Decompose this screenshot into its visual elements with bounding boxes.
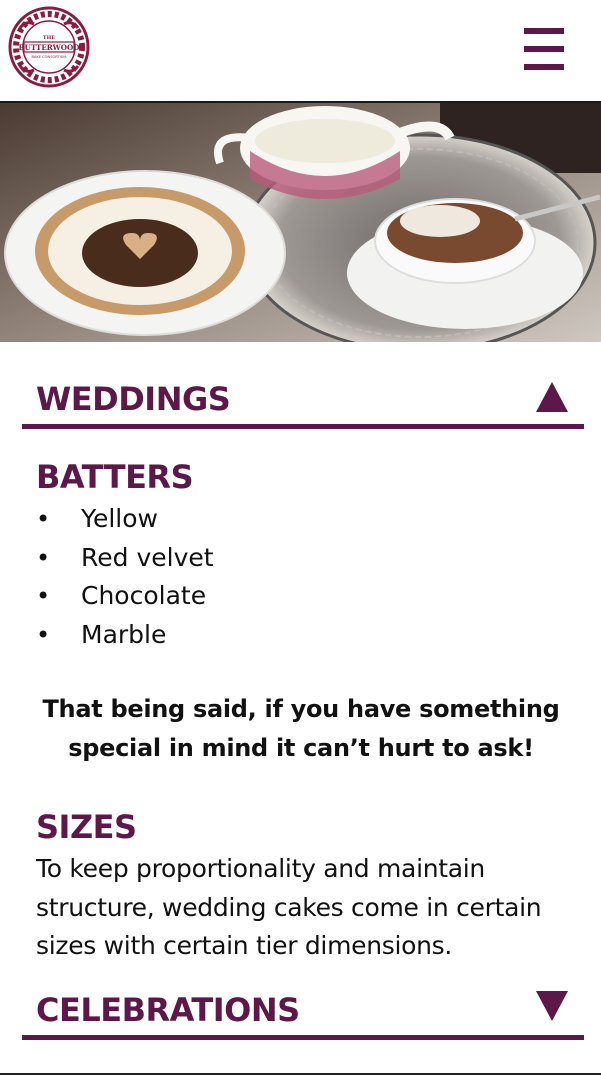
butterwood-logo[interactable]: THE BUTTERWOOD BAKE CONSORTIUM [8,6,90,88]
list-item: Yellow [36,500,214,539]
batters-heading: BATTERS [36,458,194,496]
weddings-title: WEDDINGS [36,380,231,418]
special-request-note: That being said, if you have something s… [42,695,560,762]
logo-line2: BUTTERWOOD [19,43,80,52]
logo-line3: BAKE CONSORTIUM [31,55,66,59]
sizes-heading: SIZES [36,808,137,846]
hamburger-menu-icon[interactable] [522,26,566,72]
weddings-section-header[interactable]: WEDDINGS [22,374,584,429]
list-item: Red velvet [36,539,214,578]
menu-bar [524,28,564,34]
menu-bar [524,46,564,52]
hero-image [0,103,601,342]
celebrations-title: CELEBRATIONS [36,991,300,1029]
triangle-up-icon[interactable] [536,382,568,412]
list-item: Marble [36,616,214,655]
batters-list: Yellow Red velvet Chocolate Marble [36,500,214,654]
logo-line1: THE [43,35,55,41]
celebrations-section-header[interactable]: CELEBRATIONS [22,985,584,1040]
menu-bar [524,64,564,70]
sizes-description: To keep proportionality and maintain str… [36,854,542,960]
site-header: THE BUTTERWOOD BAKE CONSORTIUM [0,0,601,103]
triangle-down-icon[interactable] [536,991,568,1021]
list-item: Chocolate [36,577,214,616]
